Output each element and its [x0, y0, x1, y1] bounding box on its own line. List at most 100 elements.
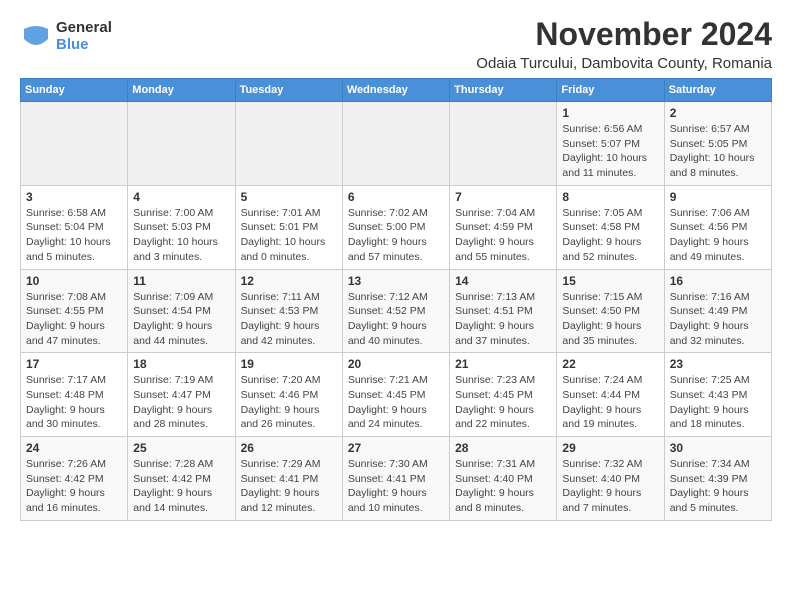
day-info: Sunrise: 7:13 AMSunset: 4:51 PMDaylight:… — [455, 290, 551, 349]
day-cell — [235, 102, 342, 186]
day-info: Sunrise: 7:16 AMSunset: 4:49 PMDaylight:… — [670, 290, 766, 349]
logo-icon — [20, 21, 52, 53]
day-cell: 22 Sunrise: 7:24 AMSunset: 4:44 PMDayligh… — [557, 353, 664, 437]
day-number: 25 — [133, 441, 229, 455]
location-subtitle: Odaia Turcului, Dambovita County, Romani… — [476, 55, 772, 72]
day-number: 3 — [26, 190, 122, 204]
day-number: 4 — [133, 190, 229, 204]
day-number: 24 — [26, 441, 122, 455]
day-cell: 2Sunrise: 6:57 AMSunset: 5:05 PMDaylight… — [664, 102, 771, 186]
logo-general: General — [56, 20, 112, 37]
day-number: 7 — [455, 190, 551, 204]
header-tuesday: Tuesday — [235, 79, 342, 102]
day-number: 16 — [670, 274, 766, 288]
day-cell: 5 Sunrise: 7:01 AMSunset: 5:01 PMDaylight… — [235, 185, 342, 269]
day-cell: 27 Sunrise: 7:30 AMSunset: 4:41 PMDayligh… — [342, 437, 449, 521]
day-info: Sunrise: 6:56 AMSunset: 5:07 PMDaylight:… — [562, 122, 658, 181]
day-cell: 21Sunrise: 7:23 AMSunset: 4:45 PMDayligh… — [450, 353, 557, 437]
day-number: 9 — [670, 190, 766, 204]
header-wednesday: Wednesday — [342, 79, 449, 102]
day-number: 29 — [562, 441, 658, 455]
day-info: Sunrise: 7:26 AMSunset: 4:42 PMDaylight:… — [26, 457, 122, 516]
logo-text: General Blue — [56, 20, 112, 53]
day-cell: 4Sunrise: 7:00 AMSunset: 5:03 PMDaylight… — [128, 185, 235, 269]
day-number: 22 — [562, 357, 658, 371]
week-row-0: 1 Sunrise: 6:56 AMSunset: 5:07 PMDaylight… — [21, 102, 772, 186]
day-number: 1 — [562, 106, 658, 120]
day-cell: 16 Sunrise: 7:16 AMSunset: 4:49 PMDayligh… — [664, 269, 771, 353]
day-number: 23 — [670, 357, 766, 371]
day-number: 28 — [455, 441, 551, 455]
day-info: Sunrise: 7:15 AMSunset: 4:50 PMDaylight:… — [562, 290, 658, 349]
day-info: Sunrise: 7:20 AMSunset: 4:46 PMDaylight:… — [241, 373, 337, 432]
calendar: Sunday Monday Tuesday Wednesday Thursday… — [20, 78, 772, 521]
header: General Blue November 2024 Odaia Turculu… — [20, 16, 772, 72]
day-cell: 10 Sunrise: 7:08 AMSunset: 4:55 PMDayligh… — [21, 269, 128, 353]
day-info: Sunrise: 7:05 AMSunset: 4:58 PMDaylight:… — [562, 206, 658, 265]
day-number: 17 — [26, 357, 122, 371]
day-number: 27 — [348, 441, 444, 455]
day-cell: 12Sunrise: 7:11 AMSunset: 4:53 PMDayligh… — [235, 269, 342, 353]
day-cell — [450, 102, 557, 186]
day-number: 15 — [562, 274, 658, 288]
day-number: 13 — [348, 274, 444, 288]
day-cell — [342, 102, 449, 186]
day-cell: 19 Sunrise: 7:20 AMSunset: 4:46 PMDayligh… — [235, 353, 342, 437]
day-number: 5 — [241, 190, 337, 204]
day-cell: 25 Sunrise: 7:28 AMSunset: 4:42 PMDayligh… — [128, 437, 235, 521]
header-thursday: Thursday — [450, 79, 557, 102]
day-info: Sunrise: 7:25 AMSunset: 4:43 PMDaylight:… — [670, 373, 766, 432]
day-info: Sunrise: 7:19 AMSunset: 4:47 PMDaylight:… — [133, 373, 229, 432]
day-info: Sunrise: 7:11 AMSunset: 4:53 PMDaylight:… — [241, 290, 337, 349]
day-info: Sunrise: 7:08 AMSunset: 4:55 PMDaylight:… — [26, 290, 122, 349]
day-cell: 24 Sunrise: 7:26 AMSunset: 4:42 PMDayligh… — [21, 437, 128, 521]
page: General Blue November 2024 Odaia Turculu… — [0, 0, 792, 531]
day-info: Sunrise: 7:29 AMSunset: 4:41 PMDaylight:… — [241, 457, 337, 516]
day-number: 6 — [348, 190, 444, 204]
day-info: Sunrise: 7:21 AMSunset: 4:45 PMDaylight:… — [348, 373, 444, 432]
day-info: Sunrise: 7:01 AMSunset: 5:01 PMDaylight:… — [241, 206, 337, 265]
header-monday: Monday — [128, 79, 235, 102]
day-info: Sunrise: 7:09 AMSunset: 4:54 PMDaylight:… — [133, 290, 229, 349]
day-info: Sunrise: 7:28 AMSunset: 4:42 PMDaylight:… — [133, 457, 229, 516]
day-info: Sunrise: 7:24 AMSunset: 4:44 PMDaylight:… — [562, 373, 658, 432]
day-cell: 3 Sunrise: 6:58 AMSunset: 5:04 PMDaylight… — [21, 185, 128, 269]
day-info: Sunrise: 7:17 AMSunset: 4:48 PMDaylight:… — [26, 373, 122, 432]
week-row-3: 17 Sunrise: 7:17 AMSunset: 4:48 PMDayligh… — [21, 353, 772, 437]
header-friday: Friday — [557, 79, 664, 102]
day-info: Sunrise: 7:31 AMSunset: 4:40 PMDaylight:… — [455, 457, 551, 516]
day-cell — [21, 102, 128, 186]
day-info: Sunrise: 7:06 AMSunset: 4:56 PMDaylight:… — [670, 206, 766, 265]
logo: General Blue — [20, 20, 112, 53]
day-cell: 20 Sunrise: 7:21 AMSunset: 4:45 PMDayligh… — [342, 353, 449, 437]
day-cell: 30 Sunrise: 7:34 AMSunset: 4:39 PMDayligh… — [664, 437, 771, 521]
month-title: November 2024 — [476, 16, 772, 53]
day-cell: 18 Sunrise: 7:19 AMSunset: 4:47 PMDayligh… — [128, 353, 235, 437]
day-info: Sunrise: 7:12 AMSunset: 4:52 PMDaylight:… — [348, 290, 444, 349]
day-cell: 9 Sunrise: 7:06 AMSunset: 4:56 PMDaylight… — [664, 185, 771, 269]
day-number: 20 — [348, 357, 444, 371]
day-number: 8 — [562, 190, 658, 204]
header-sunday: Sunday — [21, 79, 128, 102]
day-number: 10 — [26, 274, 122, 288]
day-number: 19 — [241, 357, 337, 371]
day-number: 26 — [241, 441, 337, 455]
day-cell: 11Sunrise: 7:09 AMSunset: 4:54 PMDayligh… — [128, 269, 235, 353]
day-number: 14 — [455, 274, 551, 288]
day-info: Sunrise: 7:34 AMSunset: 4:39 PMDaylight:… — [670, 457, 766, 516]
day-info: Sunrise: 6:57 AMSunset: 5:05 PMDaylight:… — [670, 122, 766, 181]
day-cell: 26 Sunrise: 7:29 AMSunset: 4:41 PMDayligh… — [235, 437, 342, 521]
title-block: November 2024 Odaia Turcului, Dambovita … — [476, 16, 772, 72]
day-cell: 8 Sunrise: 7:05 AMSunset: 4:58 PMDaylight… — [557, 185, 664, 269]
day-cell: 28 Sunrise: 7:31 AMSunset: 4:40 PMDayligh… — [450, 437, 557, 521]
day-number: 18 — [133, 357, 229, 371]
day-info: Sunrise: 7:30 AMSunset: 4:41 PMDaylight:… — [348, 457, 444, 516]
week-row-1: 3 Sunrise: 6:58 AMSunset: 5:04 PMDaylight… — [21, 185, 772, 269]
day-number: 21 — [455, 357, 551, 371]
day-cell: 29Sunrise: 7:32 AMSunset: 4:40 PMDayligh… — [557, 437, 664, 521]
week-row-4: 24 Sunrise: 7:26 AMSunset: 4:42 PMDayligh… — [21, 437, 772, 521]
day-info: Sunrise: 6:58 AMSunset: 5:04 PMDaylight:… — [26, 206, 122, 265]
week-row-2: 10 Sunrise: 7:08 AMSunset: 4:55 PMDayligh… — [21, 269, 772, 353]
day-number: 30 — [670, 441, 766, 455]
header-saturday: Saturday — [664, 79, 771, 102]
